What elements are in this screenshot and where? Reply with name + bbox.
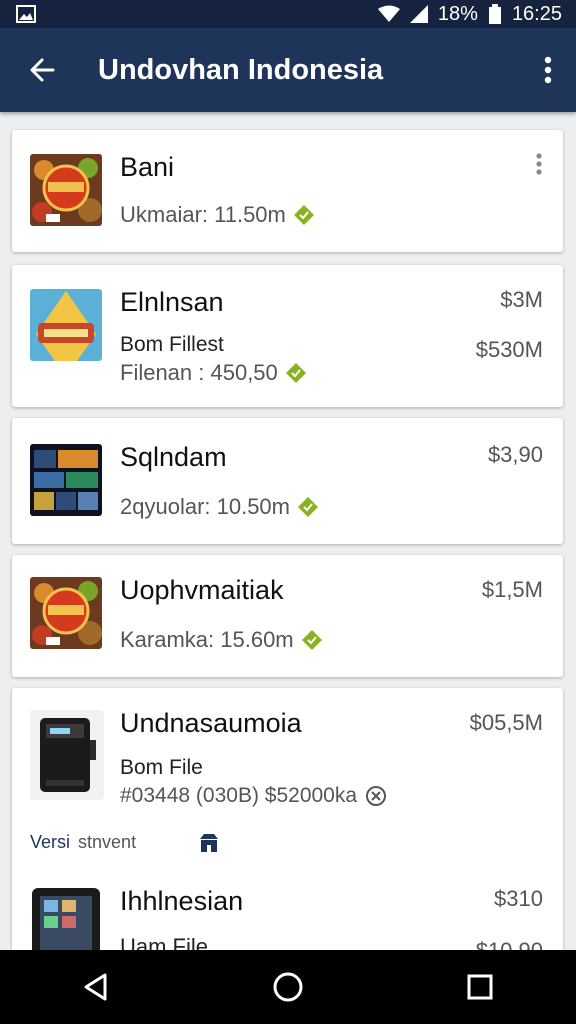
diamond-logo-icon bbox=[30, 289, 102, 361]
item-subtitle: Bom File bbox=[120, 756, 203, 779]
signal-icon bbox=[409, 5, 428, 23]
item-thumbnail bbox=[30, 289, 102, 361]
item-name: Elnlnsan bbox=[120, 287, 224, 317]
item-price: $1,5M bbox=[481, 577, 543, 602]
item-meta: 2qyuolar: 10.50m bbox=[120, 494, 318, 520]
item-more-button[interactable] bbox=[533, 152, 545, 180]
item-list: Bani Ukmaiar: 11.50m Elnlnsan Bom Filles… bbox=[0, 112, 576, 950]
list-item[interactable]: Elnlnsan Bom Fillest Filenan : 450,50 $3… bbox=[12, 265, 563, 407]
arrow-left-icon bbox=[30, 58, 55, 82]
item-meta: Ukmaiar: 11.50m bbox=[120, 202, 314, 228]
food-logo-icon bbox=[30, 154, 102, 226]
item-name: Ihhlnesian bbox=[120, 886, 244, 916]
list-item[interactable]: Uophvmaitiak Karamka: 15.60m $1,5M bbox=[12, 555, 563, 677]
device-thumbnail-icon bbox=[40, 718, 96, 792]
item-meta-text: Filenan : 450,50 bbox=[120, 360, 278, 385]
item-name: Uophvmaitiak bbox=[120, 575, 284, 605]
tablet-thumbnail-icon bbox=[32, 888, 100, 950]
item-name: Sqlndam bbox=[120, 442, 227, 472]
list-item[interactable]: Bani Ukmaiar: 11.50m bbox=[12, 130, 563, 252]
square-recents-icon bbox=[467, 974, 493, 1000]
wifi-icon bbox=[377, 5, 400, 22]
item-meta-text: 2qyuolar: 10.50m bbox=[120, 494, 290, 519]
list-item[interactable]: Sqlndam 2qyuolar: 10.50m $3,90 bbox=[12, 418, 563, 544]
item-subtitle: Bom Fillest bbox=[120, 333, 224, 356]
back-button[interactable] bbox=[0, 28, 84, 112]
nav-home-button[interactable] bbox=[252, 957, 324, 1017]
verified-badge-icon bbox=[285, 363, 306, 383]
store-icon bbox=[200, 833, 219, 852]
circle-home-icon bbox=[273, 972, 303, 1002]
verified-badge-icon bbox=[298, 497, 318, 517]
verified-badge-icon bbox=[301, 630, 322, 650]
item-meta-text: Ukmaiar: 11.50m bbox=[120, 202, 286, 227]
verified-badge-icon bbox=[293, 205, 314, 225]
item-subtitle: Uam File bbox=[120, 934, 209, 950]
battery-icon bbox=[488, 4, 501, 24]
item-thumbnail bbox=[30, 444, 102, 516]
overflow-menu-button[interactable] bbox=[520, 28, 576, 112]
more-vert-icon bbox=[536, 153, 542, 175]
item-thumbnail bbox=[30, 710, 104, 800]
nav-back-button[interactable] bbox=[60, 957, 132, 1017]
item-price: $3,90 bbox=[487, 442, 543, 467]
list-item[interactable]: Undnasaumoia Bom File #03448 (030B) $520… bbox=[12, 688, 563, 950]
image-notification-icon bbox=[16, 5, 36, 23]
item-name: Bani bbox=[120, 152, 175, 182]
close-circle-icon[interactable] bbox=[365, 785, 387, 807]
version-row: Versi stnvent bbox=[30, 832, 220, 853]
item-thumbnail bbox=[30, 154, 102, 226]
more-vert-icon bbox=[544, 56, 552, 84]
item-price-secondary: $530M bbox=[475, 337, 543, 362]
battery-percent: 18% bbox=[437, 2, 478, 25]
item-name: Undnasaumoia bbox=[120, 708, 302, 738]
item-meta-text: #03448 (030B) $52000ka bbox=[120, 784, 358, 807]
item-price: $05,5M bbox=[469, 710, 543, 735]
item-price: $310 bbox=[494, 886, 543, 911]
item-thumbnail bbox=[30, 577, 102, 649]
item-price-secondary: $10,90 bbox=[476, 938, 543, 950]
clock: 16:25 bbox=[511, 2, 562, 25]
item-meta-text: Karamka: 15.60m bbox=[120, 627, 294, 652]
version-value: stnvent bbox=[78, 832, 137, 852]
item-thumbnail bbox=[30, 882, 104, 950]
system-nav-bar bbox=[0, 950, 576, 1024]
item-meta: #03448 (030B) $52000ka bbox=[120, 784, 387, 808]
app-bar: Undovhan Indonesia bbox=[0, 28, 576, 112]
version-label: Versi bbox=[30, 832, 71, 852]
status-bar: 18% 16:25 bbox=[0, 0, 576, 28]
item-meta: Karamka: 15.60m bbox=[120, 627, 322, 653]
item-price: $3M bbox=[500, 287, 543, 312]
food-logo-icon bbox=[30, 577, 102, 649]
nav-recents-button[interactable] bbox=[444, 957, 516, 1017]
triangle-back-icon bbox=[84, 973, 107, 1001]
page-title: Undovhan Indonesia bbox=[98, 53, 384, 86]
screen-thumbnail-icon bbox=[30, 444, 102, 516]
item-meta: Filenan : 450,50 bbox=[120, 360, 306, 386]
